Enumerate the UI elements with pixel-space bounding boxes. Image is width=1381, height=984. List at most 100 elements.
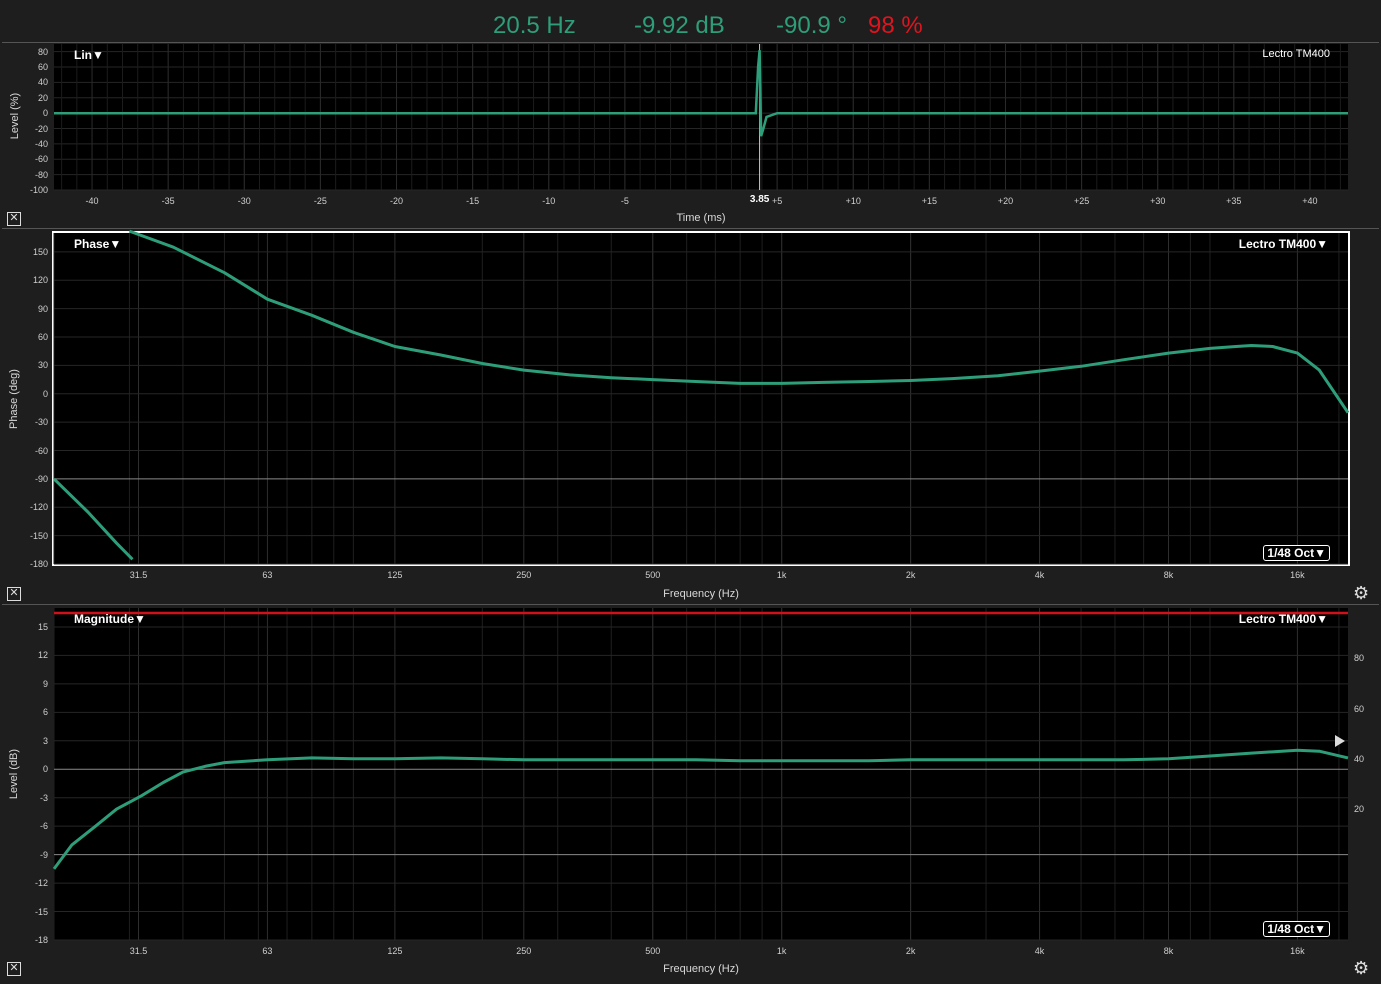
- impulse-plot[interactable]: Lin▼ Lectro TM400: [54, 44, 1348, 191]
- magnitude-x-tick: 2k: [905, 946, 916, 956]
- impulse-close-icon[interactable]: ✕: [7, 212, 21, 226]
- impulse-x-tick: +15: [921, 196, 937, 206]
- phase-smoothing-dropdown[interactable]: 1/48 Oct▼: [1263, 545, 1330, 561]
- phase-source-dropdown[interactable]: Lectro TM400▼: [1239, 237, 1328, 251]
- phase-x-tick: 2k: [905, 570, 916, 580]
- impulse-x-tick: -40: [85, 196, 99, 206]
- impulse-y-axis-label: Level (%): [9, 92, 21, 140]
- phase-x-tick: 31.5: [129, 570, 148, 580]
- magnitude-y-axis-label: Level (dB): [8, 748, 20, 800]
- impulse-x-tick: +20: [997, 196, 1014, 206]
- impulse-mode-dropdown[interactable]: Lin▼: [74, 48, 104, 62]
- phase-settings-gear-icon[interactable]: ⚙: [1353, 583, 1369, 604]
- phase-plot[interactable]: Phase▼ Lectro TM400▼ 1/48 Oct▼: [52, 229, 1350, 566]
- impulse-y-tick: 60: [37, 62, 48, 73]
- magnitude-x-tick: 250: [516, 946, 532, 956]
- magnitude-x-tick: 31.5: [129, 946, 148, 956]
- magnitude-close-icon[interactable]: ✕: [7, 962, 21, 976]
- phase-y-tick: -120: [29, 502, 48, 513]
- impulse-x-tick: -20: [390, 196, 404, 206]
- phase-x-tick: 1k: [776, 570, 787, 580]
- impulse-x-tick: -10: [542, 196, 556, 206]
- impulse-x-tick: +40: [1302, 196, 1318, 206]
- readout-frequency: 20.5 Hz: [493, 12, 576, 39]
- magnitude-mode-dropdown[interactable]: Magnitude▼: [74, 612, 146, 626]
- phase-y-tick: 150: [32, 246, 48, 257]
- magnitude-smoothing-dropdown[interactable]: 1/48 Oct▼: [1263, 921, 1330, 937]
- phase-y-tick: -90: [34, 473, 48, 484]
- impulse-x-tick: +5: [771, 196, 783, 206]
- impulse-y-tick: -40: [34, 138, 48, 149]
- coherence-y-tick: 80: [1354, 653, 1365, 664]
- impulse-y-tick: 40: [37, 77, 48, 88]
- phase-x-tick: 500: [645, 570, 661, 580]
- readout-bar: 20.5 Hz -9.92 dB -90.9 ° 98 %: [0, 0, 1381, 42]
- magnitude-x-tick: 16k: [1290, 946, 1305, 956]
- phase-x-tick: 8k: [1163, 570, 1174, 580]
- magnitude-plot[interactable]: Magnitude▼ Lectro TM400▼ 1/48 Oct▼: [52, 608, 1349, 941]
- magnitude-x-tick: 125: [387, 946, 403, 956]
- phase-x-tick: 4k: [1034, 570, 1045, 580]
- magnitude-y-tick: 9: [42, 678, 48, 689]
- magnitude-x-tick: 63: [262, 946, 273, 956]
- phase-y-tick: 60: [37, 332, 48, 343]
- impulse-y-tick: -80: [34, 169, 48, 180]
- coherence-y-tick: 40: [1354, 753, 1365, 764]
- impulse-x-tick: -5: [620, 196, 629, 206]
- phase-x-tick: 125: [387, 570, 403, 580]
- impulse-y-tick: -20: [34, 123, 48, 134]
- magnitude-y-tick: -6: [39, 821, 48, 832]
- impulse-cursor-label: 3.85: [749, 194, 770, 205]
- magnitude-source-dropdown[interactable]: Lectro TM400▼: [1239, 612, 1328, 626]
- coherence-y-tick: 20: [1354, 804, 1365, 815]
- magnitude-y-tick: -3: [39, 792, 48, 803]
- phase-y-tick: 30: [37, 360, 48, 371]
- magnitude-y-tick: -15: [34, 906, 48, 917]
- magnitude-y-tick: 3: [42, 735, 48, 746]
- phase-x-axis-label: Frequency (Hz): [663, 588, 739, 600]
- impulse-y-tick: -60: [34, 154, 48, 165]
- readout-phase: -90.9 °: [776, 12, 847, 39]
- phase-trace-0: [52, 477, 134, 561]
- phase-y-tick: 120: [32, 275, 48, 286]
- phase-mode-dropdown[interactable]: Phase▼: [74, 237, 121, 251]
- phase-y-tick: -150: [29, 530, 48, 541]
- phase-y-tick: -60: [34, 445, 48, 456]
- coherence-scale-handle[interactable]: [1335, 735, 1345, 747]
- phase-y-axis-label: Phase (deg): [8, 369, 20, 429]
- impulse-x-axis-label: Time (ms): [676, 212, 726, 224]
- phase-x-tick: 16k: [1290, 570, 1305, 580]
- impulse-x-tick: -35: [161, 196, 175, 206]
- magnitude-x-tick: 1k: [776, 946, 787, 956]
- phase-y-tick: -30: [34, 417, 48, 428]
- magnitude-y-tick: 6: [42, 707, 48, 718]
- impulse-source-label: Lectro TM400: [1262, 48, 1330, 60]
- magnitude-y-tick: 15: [37, 621, 48, 632]
- impulse-x-tick: -15: [466, 196, 480, 206]
- magnitude-x-tick: 8k: [1163, 946, 1174, 956]
- magnitude-x-tick: 500: [645, 946, 661, 956]
- magnitude-y-tick: 0: [42, 764, 48, 775]
- impulse-x-tick: +35: [1226, 196, 1242, 206]
- magnitude-settings-gear-icon[interactable]: ⚙: [1353, 958, 1369, 979]
- magnitude-y-tick: -9: [39, 849, 48, 860]
- impulse-x-tick: +10: [845, 196, 861, 206]
- readout-coherence: 98 %: [868, 12, 923, 39]
- magnitude-y-tick: -18: [34, 935, 48, 945]
- impulse-x-tick: +25: [1073, 196, 1090, 206]
- phase-close-icon[interactable]: ✕: [7, 587, 21, 601]
- phase-y-tick: 90: [37, 303, 48, 314]
- magnitude-y-tick: -12: [34, 878, 48, 889]
- magnitude-x-tick: 4k: [1034, 946, 1045, 956]
- phase-x-tick: 63: [262, 570, 273, 580]
- impulse-y-tick: -100: [29, 185, 48, 195]
- impulse-x-tick: -25: [313, 196, 327, 206]
- phase-x-tick: 250: [516, 570, 532, 580]
- coherence-y-tick: 60: [1354, 703, 1365, 714]
- phase-y-tick: -180: [29, 559, 48, 569]
- readout-level: -9.92 dB: [634, 12, 725, 39]
- impulse-y-tick: 80: [37, 46, 48, 57]
- impulse-y-tick: 0: [42, 108, 48, 119]
- magnitude-trace: [52, 748, 1349, 870]
- impulse-x-tick: -30: [237, 196, 251, 206]
